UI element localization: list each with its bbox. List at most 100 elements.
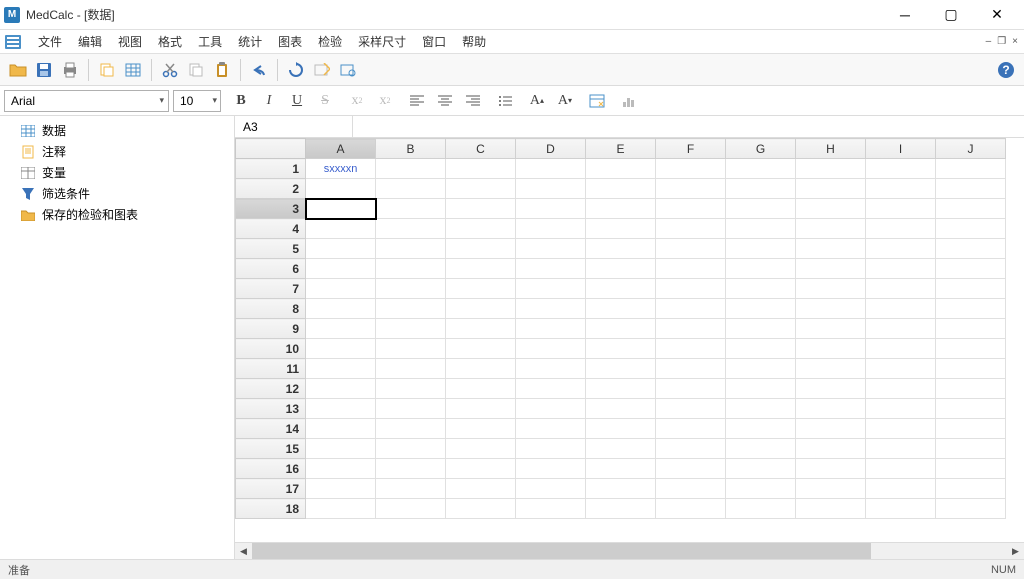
row-header[interactable]: 3 [236,199,306,219]
link-button[interactable] [336,58,360,82]
cell[interactable] [446,399,516,419]
column-header[interactable]: H [796,139,866,159]
print-button[interactable] [58,58,82,82]
cell[interactable] [796,159,866,179]
sidebar-item-notes[interactable]: 注释 [0,141,234,162]
column-header[interactable]: B [376,139,446,159]
cell[interactable] [866,199,936,219]
cell-reference-box[interactable]: A3 [235,116,353,137]
cell[interactable] [376,179,446,199]
cell[interactable] [936,259,1006,279]
row-header[interactable]: 4 [236,219,306,239]
cell[interactable] [586,379,656,399]
align-center-button[interactable] [433,89,457,113]
cell[interactable]: sxxxxn [306,159,376,179]
cell[interactable] [376,299,446,319]
menu-tests[interactable]: 检验 [310,30,350,53]
cell[interactable] [306,479,376,499]
cell[interactable] [376,499,446,519]
cell[interactable] [796,299,866,319]
minimize-button[interactable]: ─ [882,0,928,30]
cell[interactable] [376,479,446,499]
row-header[interactable]: 8 [236,299,306,319]
row-header[interactable]: 12 [236,379,306,399]
underline-button[interactable]: U [285,89,309,113]
increase-font-button[interactable]: A▴ [525,89,549,113]
cell[interactable] [306,219,376,239]
cell[interactable] [726,399,796,419]
column-header[interactable]: D [516,139,586,159]
menu-tools[interactable]: 工具 [190,30,230,53]
cell[interactable] [726,439,796,459]
cell[interactable] [936,159,1006,179]
cell[interactable] [376,359,446,379]
cell[interactable] [726,319,796,339]
cell[interactable] [516,239,586,259]
cell[interactable] [726,479,796,499]
cell[interactable] [656,319,726,339]
cell[interactable] [796,499,866,519]
subscript-button[interactable]: x2 [345,89,369,113]
cell[interactable] [866,359,936,379]
cell[interactable] [446,459,516,479]
cell[interactable] [656,279,726,299]
row-header[interactable]: 16 [236,459,306,479]
cell[interactable] [866,499,936,519]
format-cells-button[interactable] [585,89,609,113]
cell[interactable] [656,239,726,259]
cell[interactable] [516,299,586,319]
row-header[interactable]: 5 [236,239,306,259]
cell[interactable] [936,219,1006,239]
cell[interactable] [516,359,586,379]
cell[interactable] [936,339,1006,359]
cell[interactable] [586,419,656,439]
menu-graphs[interactable]: 图表 [270,30,310,53]
cell[interactable] [376,279,446,299]
menu-sample-size[interactable]: 采样尺寸 [350,30,414,53]
cell[interactable] [306,439,376,459]
cell[interactable] [726,499,796,519]
cell[interactable] [936,359,1006,379]
row-header[interactable]: 15 [236,439,306,459]
cell[interactable] [516,339,586,359]
strikethrough-button[interactable]: S [313,89,337,113]
cell[interactable] [516,459,586,479]
scroll-right-button[interactable]: ▶ [1007,543,1024,560]
cell[interactable] [866,219,936,239]
cell[interactable] [306,419,376,439]
mdi-restore-button[interactable]: ❐ [997,36,1006,47]
cell[interactable] [446,219,516,239]
cell[interactable] [306,339,376,359]
scroll-left-button[interactable]: ◀ [235,543,252,560]
cell[interactable] [446,319,516,339]
cell[interactable] [936,459,1006,479]
cell[interactable] [936,199,1006,219]
cell[interactable] [656,499,726,519]
cell[interactable] [306,379,376,399]
row-header[interactable]: 17 [236,479,306,499]
cell[interactable] [796,399,866,419]
copy-button[interactable] [95,58,119,82]
cell[interactable] [306,499,376,519]
cell[interactable] [446,379,516,399]
cell[interactable] [726,259,796,279]
cell[interactable] [726,459,796,479]
cell[interactable] [376,199,446,219]
cell[interactable] [726,299,796,319]
cell[interactable] [586,499,656,519]
cell[interactable] [726,219,796,239]
cell[interactable] [726,339,796,359]
cell-selected[interactable] [306,199,376,219]
cell[interactable] [306,259,376,279]
cell[interactable] [936,239,1006,259]
cell[interactable] [796,379,866,399]
row-header[interactable]: 13 [236,399,306,419]
cell[interactable] [446,299,516,319]
column-header[interactable]: J [936,139,1006,159]
cell[interactable] [936,399,1006,419]
cell[interactable] [936,319,1006,339]
cell[interactable] [446,339,516,359]
row-header[interactable]: 18 [236,499,306,519]
cell[interactable] [796,279,866,299]
cell[interactable] [726,379,796,399]
